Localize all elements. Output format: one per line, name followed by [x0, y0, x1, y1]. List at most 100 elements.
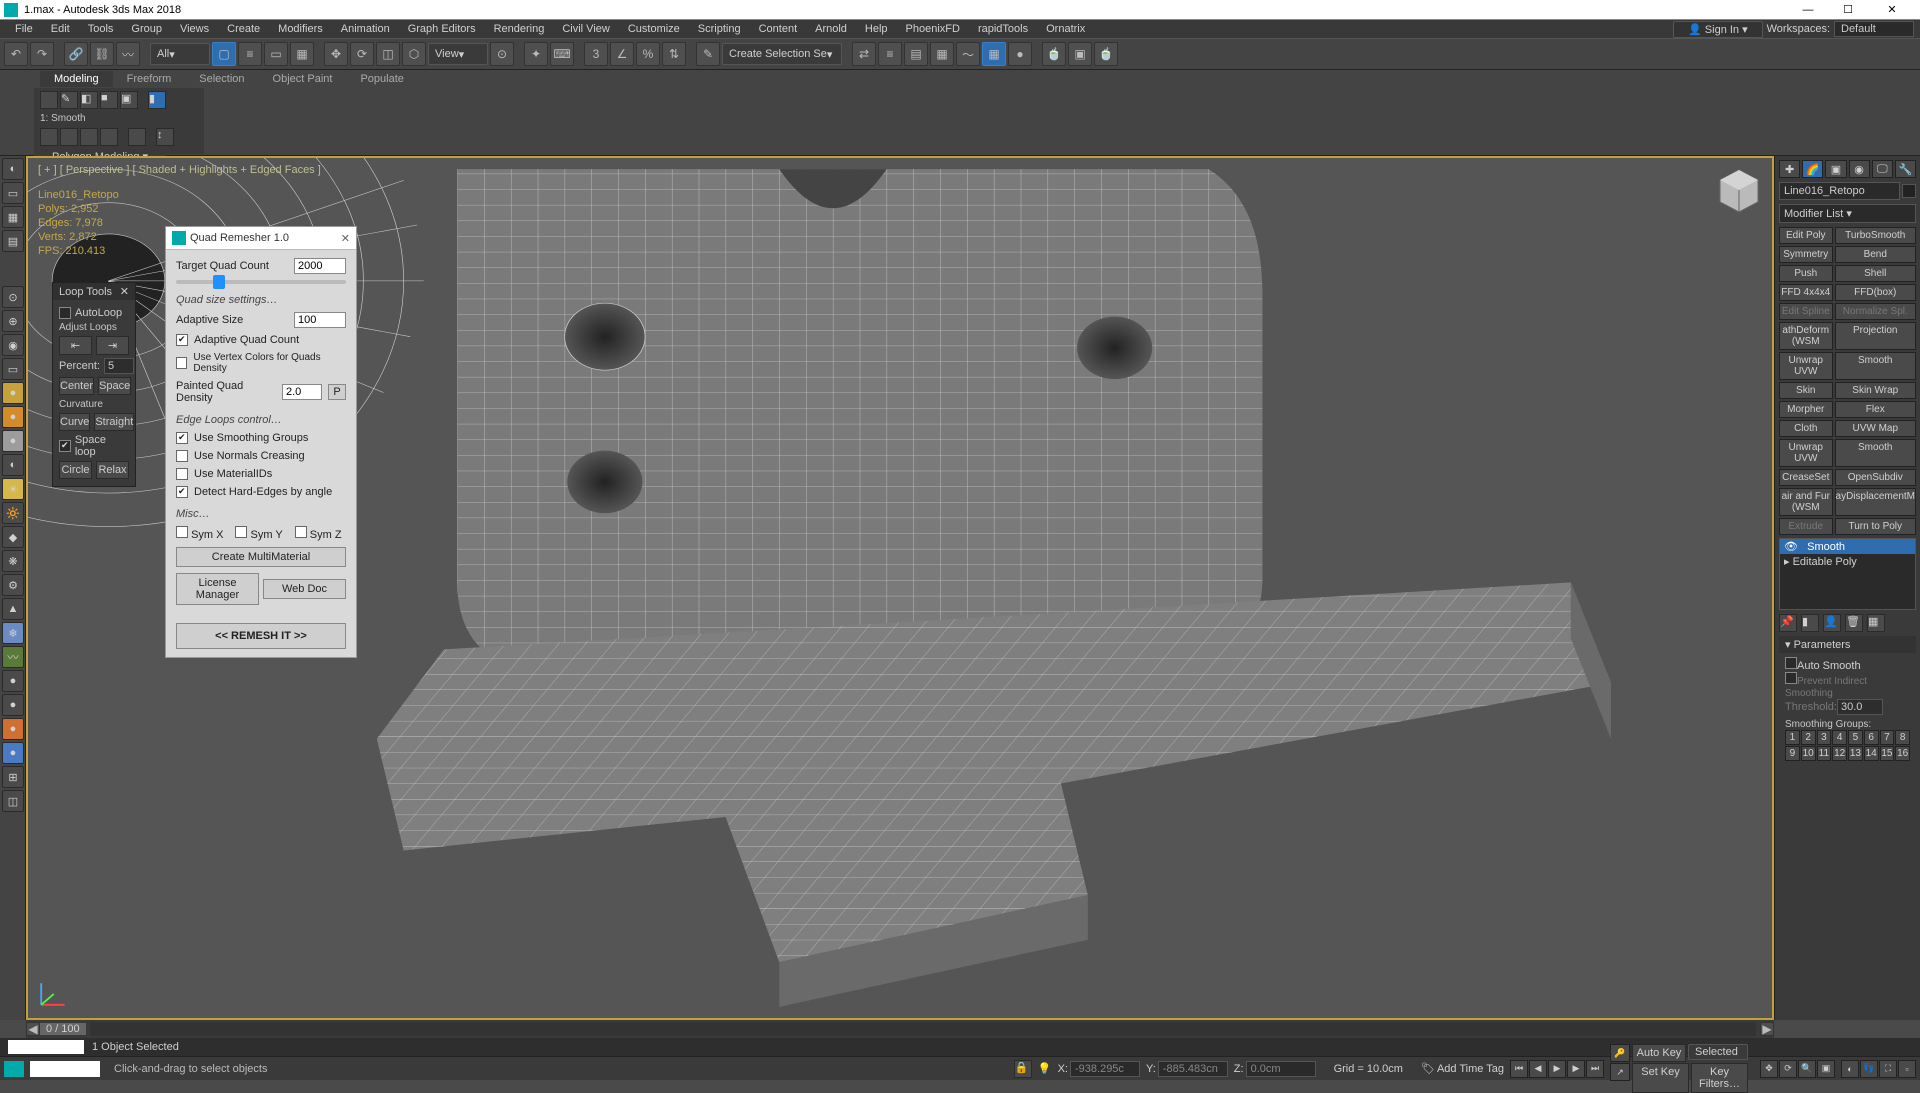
- license-manager-button[interactable]: License Manager: [176, 573, 259, 605]
- modifier-button[interactable]: Shell: [1835, 265, 1916, 282]
- menu-file[interactable]: File: [6, 23, 42, 35]
- toggle-ribbon-button[interactable]: ▦: [930, 42, 954, 66]
- stack-remove-button[interactable]: 🗑: [1845, 614, 1863, 632]
- menu-tools[interactable]: Tools: [79, 23, 123, 35]
- l-icon-24[interactable]: ●: [2, 742, 24, 764]
- placement-button[interactable]: ⬡: [402, 42, 426, 66]
- modifier-button[interactable]: ayDisplacementM: [1835, 488, 1916, 516]
- stack-unique-button[interactable]: 👤: [1823, 614, 1841, 632]
- l-icon-11[interactable]: ●: [2, 430, 24, 452]
- key-target-dropdown[interactable]: Selected: [1688, 1044, 1748, 1060]
- cptab-display[interactable]: 🖵: [1872, 160, 1893, 178]
- rect-region-button[interactable]: ▭: [264, 42, 288, 66]
- timeline-left-button[interactable]: ◀: [26, 1022, 40, 1036]
- select-by-name-button[interactable]: ≡: [238, 42, 262, 66]
- l-icon-7[interactable]: ◉: [2, 334, 24, 356]
- use-normals-creasing-checkbox[interactable]: [176, 450, 188, 462]
- adjust-left-button[interactable]: ⇤: [59, 336, 92, 355]
- modifier-button[interactable]: Cloth: [1779, 420, 1833, 437]
- close-button[interactable]: ✕: [1868, 0, 1916, 20]
- nav-pan-button[interactable]: ✥: [1760, 1060, 1778, 1078]
- l-icon-3[interactable]: ▦: [2, 206, 24, 228]
- use-smoothing-groups-checkbox[interactable]: [176, 432, 188, 444]
- l-icon-19[interactable]: ❄: [2, 622, 24, 644]
- goto-start-button[interactable]: ⏮: [1510, 1060, 1528, 1078]
- l-icon-6[interactable]: ⊕: [2, 310, 24, 332]
- modifier-button[interactable]: Turn to Poly: [1835, 518, 1916, 535]
- use-materialids-checkbox[interactable]: [176, 468, 188, 480]
- autokey-button[interactable]: Auto Key: [1632, 1044, 1686, 1062]
- nav-maximize-button[interactable]: ⛶: [1879, 1060, 1897, 1078]
- time-slider[interactable]: [90, 1022, 1756, 1036]
- sg-button[interactable]: 1: [1785, 730, 1800, 745]
- spaceloop-checkbox[interactable]: [59, 440, 71, 452]
- ribbon-tab-objectpaint[interactable]: Object Paint: [259, 71, 347, 87]
- add-time-tag[interactable]: Add Time Tag: [1437, 1063, 1504, 1075]
- cptab-create[interactable]: ✚: [1779, 160, 1800, 178]
- menu-group[interactable]: Group: [122, 23, 171, 35]
- modifier-stack[interactable]: 👁 Smooth ▸ Editable Poly: [1779, 538, 1916, 610]
- ribbon-tab-selection[interactable]: Selection: [185, 71, 258, 87]
- modifier-button[interactable]: Unwrap UVW: [1779, 352, 1833, 380]
- l-icon-14[interactable]: 🔆: [2, 502, 24, 524]
- menu-modifiers[interactable]: Modifiers: [269, 23, 332, 35]
- nav-zoom-button[interactable]: 🔍: [1798, 1060, 1816, 1078]
- stack-pin-button[interactable]: 📌: [1779, 614, 1797, 632]
- menu-arnold[interactable]: Arnold: [806, 23, 856, 35]
- workspaces-dropdown[interactable]: Default: [1834, 21, 1914, 37]
- modifier-button[interactable]: Push: [1779, 265, 1833, 282]
- y-input[interactable]: [1158, 1061, 1228, 1077]
- x-input[interactable]: [1070, 1061, 1140, 1077]
- l-icon-15[interactable]: ◆: [2, 526, 24, 548]
- modifier-button[interactable]: FFD(box): [1835, 284, 1916, 301]
- stack-show-button[interactable]: ▮: [1801, 614, 1819, 632]
- subobj-polygon-button[interactable]: ■: [100, 91, 118, 109]
- keyboard-shortcut-button[interactable]: ⌨: [550, 42, 574, 66]
- modifier-button[interactable]: Smooth: [1835, 439, 1916, 467]
- menu-rapidtools[interactable]: rapidTools: [969, 23, 1037, 35]
- key-mode-button[interactable]: 🔑: [1610, 1044, 1630, 1062]
- rbtn-5[interactable]: [128, 128, 146, 146]
- signin-button[interactable]: 👤 Sign In ▾: [1673, 21, 1763, 38]
- pqd-p-button[interactable]: P: [328, 384, 346, 400]
- goto-end-button[interactable]: ⏭: [1586, 1060, 1604, 1078]
- curve-editor-button[interactable]: 〜: [956, 42, 980, 66]
- symz-checkbox[interactable]: [295, 526, 307, 538]
- modifier-button[interactable]: Smooth: [1835, 352, 1916, 380]
- rbtn-6[interactable]: ↕: [156, 128, 174, 146]
- menu-help[interactable]: Help: [856, 23, 897, 35]
- timeline-right-button[interactable]: ▶: [1760, 1022, 1774, 1036]
- l-icon-26[interactable]: ◫: [2, 790, 24, 812]
- ribbon-tab-modeling[interactable]: Modeling: [40, 71, 113, 87]
- l-icon-8[interactable]: ▭: [2, 358, 24, 380]
- maximize-button[interactable]: ☐: [1828, 0, 1868, 20]
- sg-button[interactable]: 2: [1801, 730, 1816, 745]
- modifier-button[interactable]: OpenSubdiv: [1835, 469, 1916, 486]
- adjust-right-button[interactable]: ⇥: [96, 336, 129, 355]
- adaptive-quad-count-checkbox[interactable]: [176, 334, 188, 346]
- menu-scripting[interactable]: Scripting: [689, 23, 750, 35]
- sg-button[interactable]: 13: [1848, 746, 1863, 761]
- modifier-button[interactable]: Bend: [1835, 246, 1916, 263]
- modifier-button[interactable]: air and Fur (WSM: [1779, 488, 1833, 516]
- schematic-view-button[interactable]: ▦: [982, 42, 1006, 66]
- tqc-input[interactable]: [294, 258, 346, 274]
- modifier-list-dropdown[interactable]: Modifier List ▾: [1779, 204, 1916, 223]
- l-icon-21[interactable]: ●: [2, 670, 24, 692]
- modifier-button[interactable]: Flex: [1835, 401, 1916, 418]
- menu-ornatrix[interactable]: Ornatrix: [1037, 23, 1094, 35]
- l-icon-22[interactable]: ●: [2, 694, 24, 716]
- next-frame-button[interactable]: ▶: [1567, 1060, 1585, 1078]
- edit-selection-set-button[interactable]: ✎: [696, 42, 720, 66]
- menu-create[interactable]: Create: [218, 23, 269, 35]
- redo-button[interactable]: ↷: [30, 42, 54, 66]
- sg-button[interactable]: 5: [1848, 730, 1863, 745]
- sg-button[interactable]: 15: [1880, 746, 1895, 761]
- l-icon-1[interactable]: ◐: [2, 158, 24, 180]
- menu-rendering[interactable]: Rendering: [485, 23, 554, 35]
- maxscript-icon[interactable]: [4, 1061, 24, 1077]
- straight-button[interactable]: Straight: [94, 413, 134, 431]
- subobj-edge-button[interactable]: ✎: [60, 91, 78, 109]
- named-selection-set-dropdown[interactable]: Create Selection Se ▾: [722, 43, 842, 65]
- relax-button[interactable]: Relax: [96, 461, 129, 479]
